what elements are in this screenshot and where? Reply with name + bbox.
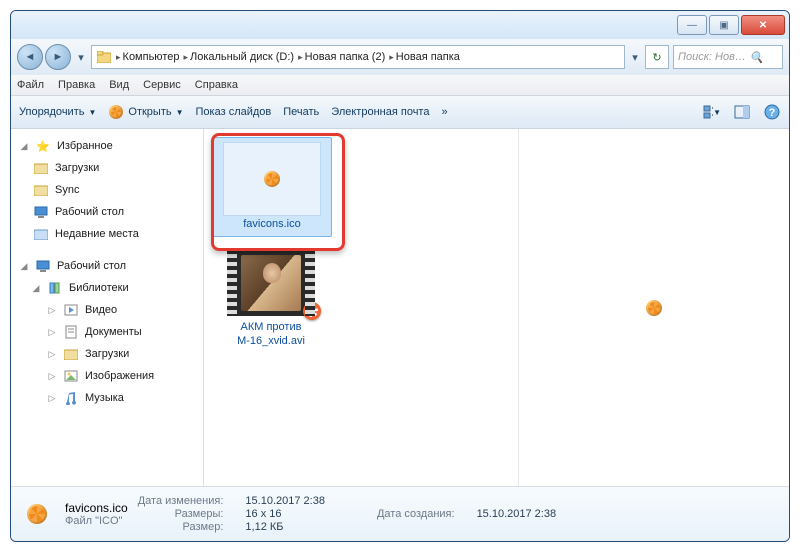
minimize-button[interactable]: — [677,15,707,35]
search-icon: 🔍 [750,51,764,64]
menu-help[interactable]: Справка [195,79,238,91]
desktop-header[interactable]: ◢Рабочий стол [11,255,203,277]
titlebar[interactable]: — ▣ ✕ [11,11,789,39]
menubar: Файл Правка Вид Сервис Справка [11,75,789,96]
favicons-thumb [223,142,321,216]
crumb-folder1[interactable]: Новая папка (2) [305,51,386,63]
downloads-lib-icon [63,346,79,362]
open-icon [108,104,124,120]
toolbar: Упорядочить▼ Открыть▼ Показ слайдов Печа… [11,96,789,129]
documents-icon [63,324,79,340]
dim-value: 16 x 16 [245,508,325,520]
sidebar-video[interactable]: ▷Видео [11,299,203,321]
details-filetype: Файл "ICO" [65,515,128,527]
file-list[interactable]: favicons.ico АКМ против М-16_xvid.avi [204,129,518,486]
music-icon [63,390,79,406]
desktop-icon [35,258,51,274]
maximize-button[interactable]: ▣ [709,15,739,35]
sidebar-images[interactable]: ▷Изображения [11,365,203,387]
sidebar-sync[interactable]: Sync [11,179,203,201]
mod-label: Дата изменения: [138,495,224,507]
crumb-computer[interactable]: Компьютер [123,51,180,63]
nav-history-dropdown[interactable]: ▾ [75,46,87,68]
back-button[interactable]: ◄ [17,44,43,70]
create-value: 15.10.2017 2:38 [477,508,557,520]
sidebar-music[interactable]: ▷Музыка [11,387,203,409]
libraries-icon [47,280,63,296]
navigation-pane: ◢⭐Избранное Загрузки Sync Рабочий стол Н… [11,129,204,486]
file-video[interactable]: АКМ против М-16_xvid.avi [212,243,330,353]
sync-folder-icon [33,182,49,198]
svg-text:?: ? [769,107,776,119]
preview-orange-icon [646,300,662,316]
forward-button[interactable]: ► [45,44,71,70]
images-icon [63,368,79,384]
mod-value: 15.10.2017 2:38 [245,495,325,507]
search-input[interactable]: Поиск: Нов… 🔍 [673,45,783,69]
close-button[interactable]: ✕ [741,15,785,35]
menu-file[interactable]: Файл [17,79,44,91]
favorites-header[interactable]: ◢⭐Избранное [11,135,203,157]
print-button[interactable]: Печать [283,106,319,118]
nav-row: ◄ ► ▾ ▸Компьютер ▸Локальный диск (D:) ▸Н… [11,39,789,75]
search-placeholder: Поиск: Нов… [678,51,746,63]
view-options-icon[interactable]: ▼ [703,103,721,121]
content-area: favicons.ico АКМ против М-16_xvid.avi [204,129,789,486]
orange-icon [264,171,280,187]
downloads-icon [33,160,49,176]
organize-button[interactable]: Упорядочить▼ [19,106,96,118]
sidebar-lib-downloads[interactable]: ▷Загрузки [11,343,203,365]
sidebar-documents[interactable]: ▷Документы [11,321,203,343]
address-dropdown[interactable]: ▾ [629,46,641,68]
sidebar-desktop-fav[interactable]: Рабочий стол [11,201,203,223]
open-button[interactable]: Открыть▼ [108,104,183,120]
sidebar-recent[interactable]: Недавние места [11,223,203,245]
explorer-window: — ▣ ✕ ◄ ► ▾ ▸Компьютер ▸Локальный диск (… [10,10,790,542]
recent-icon [33,226,49,242]
address-bar[interactable]: ▸Компьютер ▸Локальный диск (D:) ▸Новая п… [91,45,625,69]
toolbar-overflow[interactable]: » [441,106,447,118]
details-pane: favicons.ico Файл "ICO" Дата изменения: 1… [11,486,789,541]
details-filename: favicons.ico [65,501,128,515]
slideshow-button[interactable]: Показ слайдов [196,106,272,118]
video-thumb [223,247,319,319]
folder-icon [96,49,112,65]
dim-label: Размеры: [138,508,224,520]
player-badge-icon [303,302,321,320]
crumb-folder2[interactable]: Новая папка [396,51,460,63]
menu-edit[interactable]: Правка [58,79,95,91]
file-label: АКМ против М-16_xvid.avi [216,321,326,349]
refresh-button[interactable]: ↻ [645,45,669,69]
sidebar-downloads[interactable]: Загрузки [11,157,203,179]
menu-tools[interactable]: Сервис [143,79,181,91]
file-favicons[interactable]: favicons.ico [212,137,332,237]
size-value: 1,12 КБ [245,521,325,533]
desktop-icon [33,204,49,220]
help-icon[interactable]: ? [763,103,781,121]
menu-view[interactable]: Вид [109,79,129,91]
crumb-drive[interactable]: Локальный диск (D:) [190,51,294,63]
details-icon [19,496,55,532]
email-button[interactable]: Электронная почта [331,106,429,118]
video-icon [63,302,79,318]
create-label: Дата создания: [377,508,455,520]
preview-pane [518,129,789,486]
preview-pane-icon[interactable] [733,103,751,121]
file-label: favicons.ico [243,218,300,232]
libraries-header[interactable]: ◢Библиотеки [11,277,203,299]
star-icon: ⭐ [35,138,51,154]
size-label: Размер: [138,521,224,533]
